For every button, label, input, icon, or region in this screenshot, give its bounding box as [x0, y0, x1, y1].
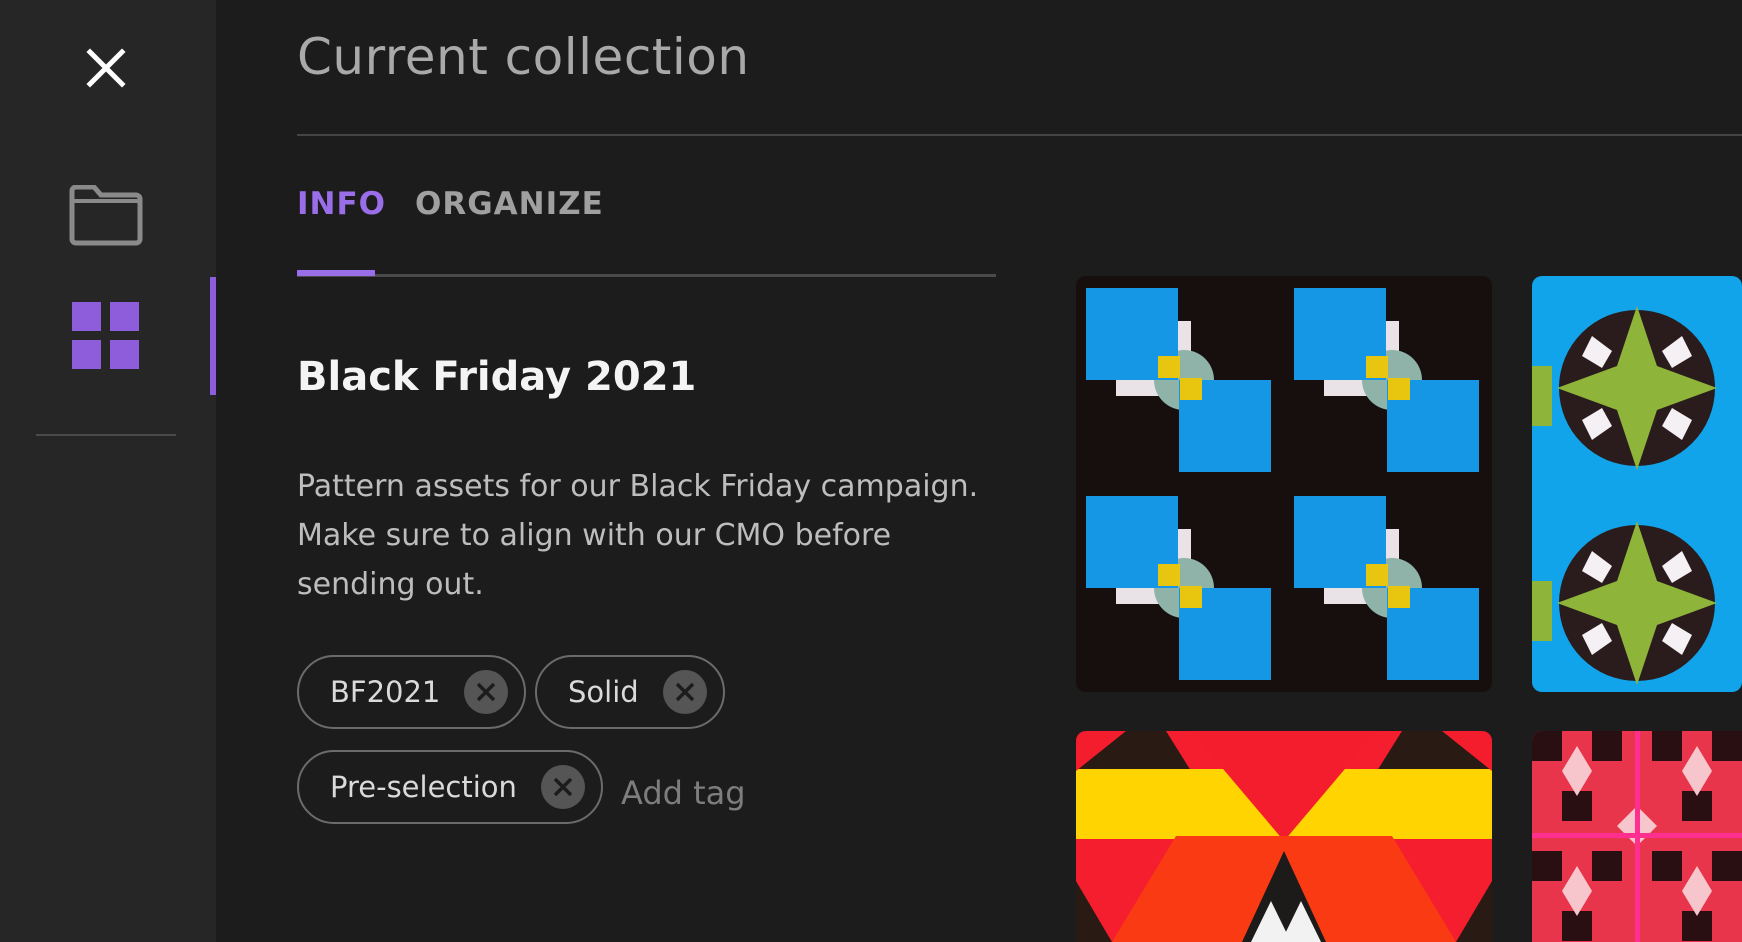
- add-tag-input[interactable]: Add tag: [621, 774, 746, 812]
- page-title: Current collection: [297, 28, 750, 86]
- pink-red-cross-pattern: [1532, 731, 1742, 942]
- asset-thumbnail[interactable]: [1532, 731, 1742, 942]
- close-icon: [553, 777, 573, 797]
- blue-green-star-pattern: [1532, 276, 1742, 692]
- asset-thumbnail[interactable]: [1076, 276, 1492, 692]
- grid-icon: [72, 302, 139, 369]
- tag-label: Solid: [568, 675, 639, 709]
- tab-organize[interactable]: ORGANIZE: [415, 186, 604, 222]
- tabs-divider: [297, 274, 996, 277]
- asset-thumbnail[interactable]: [1076, 731, 1492, 942]
- tag-label: Pre-selection: [330, 770, 517, 804]
- close-icon: [477, 682, 496, 702]
- red-yellow-triangle-pattern: [1076, 731, 1492, 942]
- remove-tag-button[interactable]: [662, 670, 707, 714]
- close-icon: [86, 48, 126, 88]
- tag-chip: Pre-selection: [297, 750, 603, 824]
- close-icon: [675, 682, 694, 702]
- folder-icon: [69, 185, 143, 246]
- folder-button[interactable]: [66, 180, 146, 252]
- close-button[interactable]: [80, 42, 132, 94]
- collection-name[interactable]: Black Friday 2021: [297, 354, 696, 400]
- tag-chip: Solid: [535, 655, 725, 729]
- sidebar: [0, 0, 216, 942]
- active-indicator: [210, 277, 216, 395]
- sidebar-divider: [36, 434, 176, 436]
- header-divider: [297, 134, 1742, 136]
- active-tab-underline: [297, 270, 375, 276]
- remove-tag-button[interactable]: [464, 670, 509, 714]
- tab-bar: INFO ORGANIZE: [297, 186, 996, 276]
- remove-tag-button[interactable]: [540, 765, 585, 809]
- asset-thumbnail[interactable]: [1532, 276, 1742, 692]
- tag-chip: BF2021: [297, 655, 527, 729]
- tag-label: BF2021: [330, 675, 441, 709]
- grid-view-button[interactable]: [66, 296, 146, 376]
- collection-description[interactable]: Pattern assets for our Black Friday camp…: [297, 462, 997, 609]
- tab-info[interactable]: INFO: [297, 186, 386, 222]
- blue-squares-pattern: [1076, 276, 1492, 692]
